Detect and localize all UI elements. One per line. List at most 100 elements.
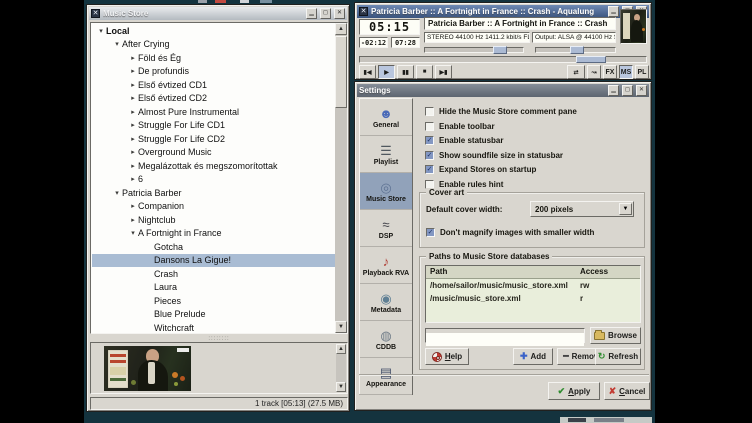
scroll-up-icon[interactable]: ▲ (335, 23, 347, 35)
scrollbar-thumb[interactable] (335, 36, 347, 108)
stop-button[interactable]: ■ (416, 65, 433, 79)
balance-slider[interactable] (535, 47, 616, 53)
settings-tab-appearance[interactable]: ▤Appearance (360, 358, 412, 395)
maximize-button[interactable]: ◻ (320, 8, 331, 19)
expander-icon[interactable]: ▾ (112, 40, 122, 48)
expander-icon[interactable]: ▸ (128, 121, 138, 129)
minimize-button[interactable]: ▁ (608, 85, 619, 96)
window-menu-icon[interactable]: ✕ (91, 9, 100, 18)
access-column-header[interactable]: Access (576, 266, 612, 278)
expander-icon[interactable]: ▸ (128, 54, 138, 62)
chevron-down-icon[interactable]: ▼ (619, 203, 632, 215)
tree-item[interactable]: ▸Megalázottak és megszomorítottak (92, 159, 335, 173)
settings-tab-playback-rva[interactable]: ♪Playback RVA (360, 247, 412, 284)
tree-item[interactable]: ▸Struggle For Life CD2 (92, 132, 335, 146)
option-row[interactable]: Enable toolbar (425, 121, 495, 132)
play-button[interactable]: ▶ (378, 65, 395, 79)
repeat-button[interactable]: ⇄ (567, 65, 585, 79)
close-button[interactable]: ✕ (334, 8, 345, 19)
expander-icon[interactable]: ▸ (128, 135, 138, 143)
option-row[interactable]: Hide the Music Store comment pane (425, 106, 577, 117)
checkbox[interactable] (425, 122, 434, 131)
option-row[interactable]: ✓Enable statusbar (425, 135, 503, 146)
expander-icon[interactable]: ▸ (128, 94, 138, 102)
close-button[interactable]: ✕ (636, 85, 647, 96)
tree-item[interactable]: ▸De profundis (92, 65, 335, 79)
minimize-button[interactable]: ▁ (608, 6, 619, 17)
expander-icon[interactable]: ▸ (128, 175, 138, 183)
tree-item[interactable]: ▾A Fortnight in France (92, 227, 335, 241)
tree-item[interactable]: ▸Nightclub (92, 213, 335, 227)
expander-icon[interactable]: ▸ (128, 216, 138, 224)
volume-slider[interactable] (424, 47, 524, 53)
comment-scrollbar[interactable]: ▲ ▼ (336, 344, 346, 392)
next-button[interactable]: ▶▮ (435, 65, 452, 79)
previous-button[interactable]: ▮◀ (359, 65, 376, 79)
settings-tab-cddb[interactable]: ◍CDDB (360, 321, 412, 358)
option-row[interactable]: ✓Show soundfile size in statusbar (425, 150, 563, 161)
tree-item[interactable]: ▸Overground Music (92, 146, 335, 160)
seek-slider[interactable] (359, 56, 647, 63)
settings-tab-metadata[interactable]: ◉Metadata (360, 284, 412, 321)
refresh-button[interactable]: ↻ Refresh (595, 348, 641, 365)
fx-button[interactable]: FX (603, 65, 617, 79)
cancel-button[interactable]: ✘ Cancel (604, 382, 650, 400)
checkbox[interactable] (425, 107, 434, 116)
help-button[interactable]: Help (425, 348, 469, 365)
balance-handle[interactable] (570, 46, 584, 54)
settings-tab-playlist[interactable]: ☰Playlist (360, 136, 412, 173)
settings-tab-general[interactable]: ☻General (360, 99, 412, 136)
tree-item[interactable]: Pieces (92, 294, 335, 308)
magnify-checkbox-row[interactable]: ✓ Don't magnify images with smaller widt… (426, 227, 594, 238)
apply-button[interactable]: ✔ Apply (548, 382, 600, 400)
path-input[interactable] (426, 333, 584, 346)
tree-item[interactable]: ▸Első évtized CD1 (92, 78, 335, 92)
checkbox[interactable]: ✓ (425, 151, 434, 160)
seek-handle[interactable] (576, 56, 606, 63)
tree-item[interactable]: ▸6 (92, 173, 335, 187)
maximize-button[interactable]: ◻ (622, 85, 633, 96)
path-column-header[interactable]: Path (426, 266, 576, 278)
shuffle-button[interactable]: ↝ (587, 65, 601, 79)
volume-handle[interactable] (493, 46, 507, 54)
tree-item[interactable]: ▾After Crying (92, 38, 335, 52)
ms-button[interactable]: MS (619, 65, 633, 79)
settings-tab-music-store[interactable]: ◎Music Store (360, 173, 412, 210)
tree-item[interactable]: ▸Companion (92, 200, 335, 214)
tree-item[interactable]: Dansons La Gigue! (92, 254, 335, 268)
pause-button[interactable]: ▮▮ (397, 65, 414, 79)
add-button[interactable]: ✚ Add (513, 348, 553, 365)
settings-titlebar[interactable]: Settings ▁ ◻ ✕ (357, 84, 649, 97)
magnify-checkbox[interactable]: ✓ (426, 228, 435, 237)
expander-icon[interactable]: ▸ (128, 67, 138, 75)
expander-icon[interactable]: ▸ (128, 108, 138, 116)
expander-icon[interactable]: ▾ (112, 189, 122, 197)
expander-icon[interactable]: ▸ (128, 148, 138, 156)
path-table-row[interactable]: /music/music_store.xmlr (426, 292, 640, 305)
cover-width-dropdown[interactable]: 200 pixels ▼ (530, 201, 634, 217)
checkbox[interactable]: ✓ (425, 136, 434, 145)
expander-icon[interactable]: ▸ (128, 81, 138, 89)
music-store-titlebar[interactable]: ✕ Music Store ▁ ◻ ✕ (89, 7, 347, 20)
tree-item[interactable]: ▸Almost Pure Instrumental (92, 105, 335, 119)
pane-splitter[interactable]: :::::::: (90, 336, 348, 341)
path-table-row[interactable]: /home/sailor/music/music_store.xmlrw (426, 279, 640, 292)
settings-tab-dsp[interactable]: ≈DSP (360, 210, 412, 247)
window-menu-icon[interactable]: ✕ (359, 7, 368, 16)
paths-table[interactable]: Path Access /home/sailor/music/music_sto… (425, 265, 641, 323)
browse-button[interactable]: Browse (590, 327, 641, 344)
tree-item[interactable]: Blue Prelude (92, 308, 335, 322)
expander-icon[interactable]: ▸ (128, 162, 138, 170)
tree-item[interactable]: Crash (92, 267, 335, 281)
tree-item[interactable]: ▾Patricia Barber (92, 186, 335, 200)
tree-item[interactable]: Laura (92, 281, 335, 295)
tree-item[interactable]: ▸Föld és Ég (92, 51, 335, 65)
pl-button[interactable]: PL (635, 65, 649, 79)
option-row[interactable]: ✓Expand Stores on startup (425, 164, 536, 175)
tree-item[interactable]: ▾Local (92, 24, 335, 38)
expander-icon[interactable]: ▾ (96, 27, 106, 35)
expander-icon[interactable]: ▸ (128, 202, 138, 210)
tree-item[interactable]: ▸Első évtized CD2 (92, 92, 335, 106)
tree-item[interactable]: ▸Struggle For Life CD1 (92, 119, 335, 133)
checkbox[interactable]: ✓ (425, 165, 434, 174)
